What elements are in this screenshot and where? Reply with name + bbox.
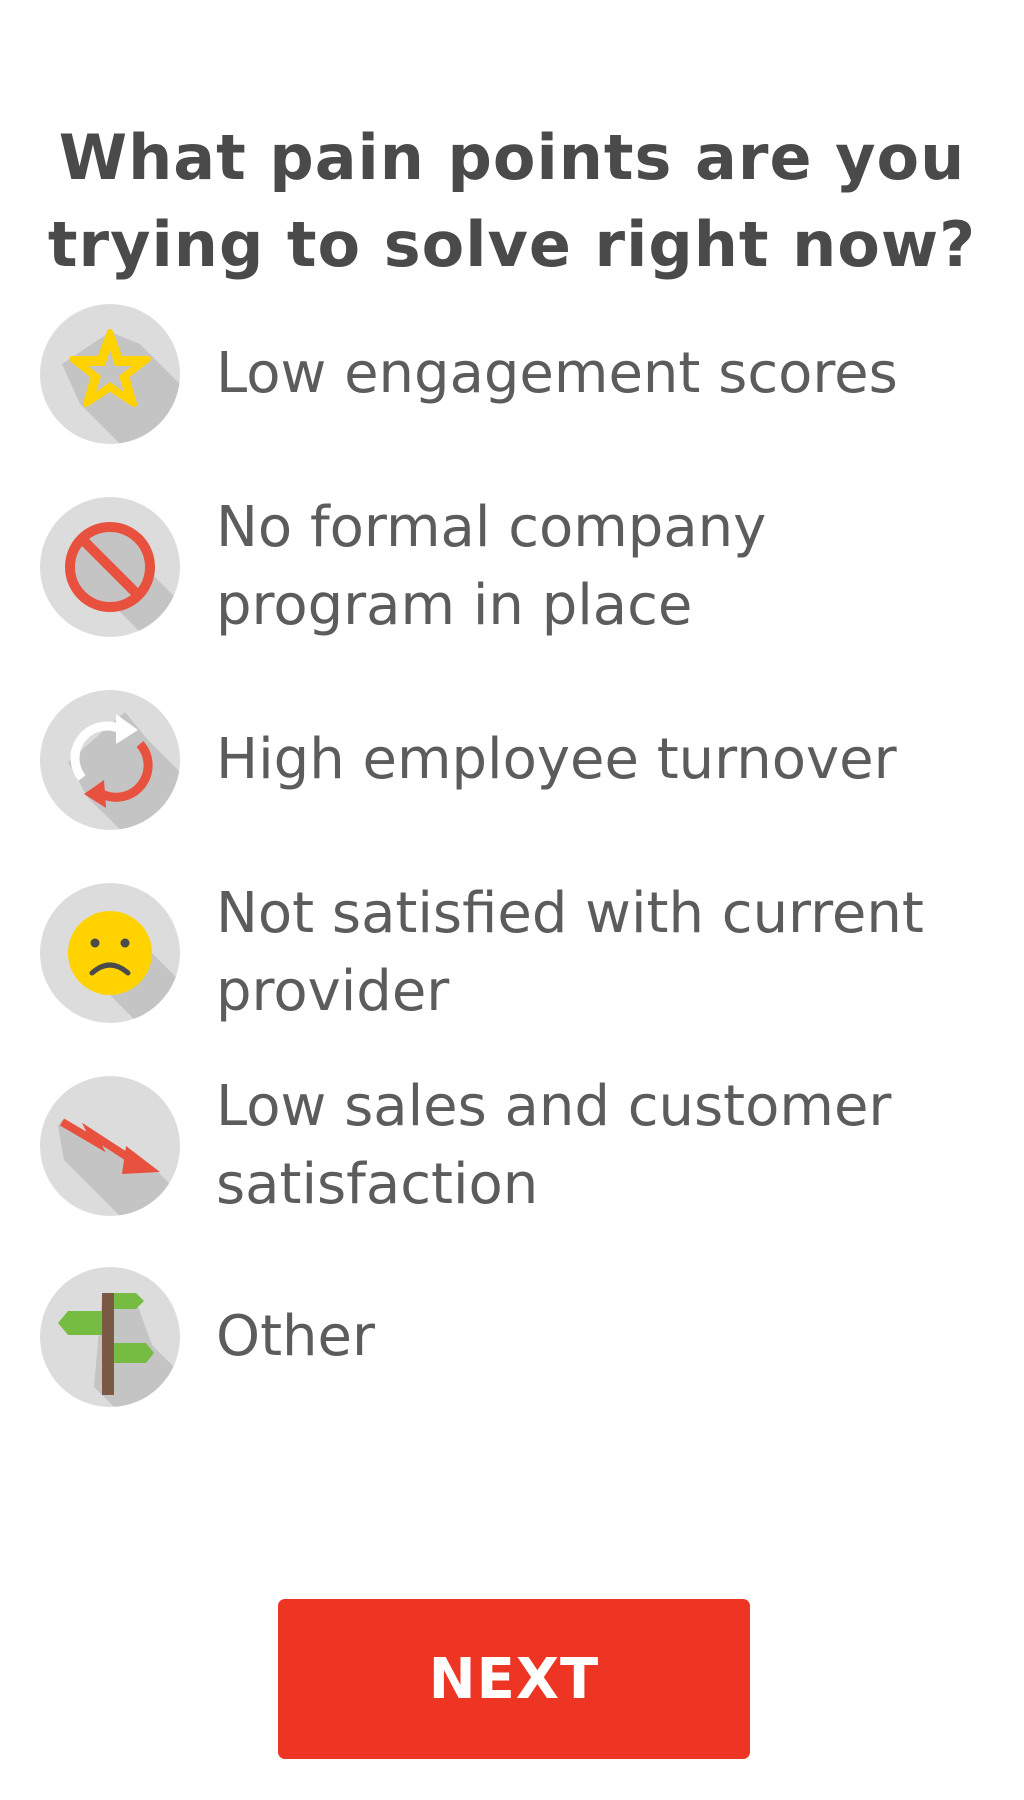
no-entry-icon <box>40 497 180 637</box>
option-label: Low sales and customer satisfaction <box>216 1074 892 1217</box>
option-other[interactable]: Other <box>40 1267 980 1407</box>
option-label: Other <box>216 1304 376 1369</box>
option-not-satisfied-provider[interactable]: Not satisfied with current provider <box>40 881 980 1024</box>
trend-down-icon <box>40 1076 180 1216</box>
option-high-turnover[interactable]: High employee turnover <box>40 690 980 830</box>
refresh-icon <box>40 690 180 830</box>
star-icon <box>40 304 180 444</box>
next-button[interactable]: NEXT <box>278 1599 750 1759</box>
option-no-formal-program[interactable]: No formal company program in place <box>40 495 980 638</box>
option-label: Not satisfied with current provider <box>216 881 924 1024</box>
signpost-icon <box>40 1267 180 1407</box>
title-line-1: What pain points are you <box>58 120 966 194</box>
option-label: Low engagement scores <box>216 341 898 406</box>
title-line-2: trying to solve right now? <box>47 207 977 281</box>
option-label: High employee turnover <box>216 727 897 792</box>
option-low-sales[interactable]: Low sales and customer satisfaction <box>40 1074 980 1217</box>
sad-face-icon <box>40 883 180 1023</box>
option-low-engagement[interactable]: Low engagement scores <box>40 304 980 444</box>
option-label: No formal company program in place <box>216 495 767 638</box>
page-title: What pain points are you trying to solve… <box>0 114 1024 288</box>
